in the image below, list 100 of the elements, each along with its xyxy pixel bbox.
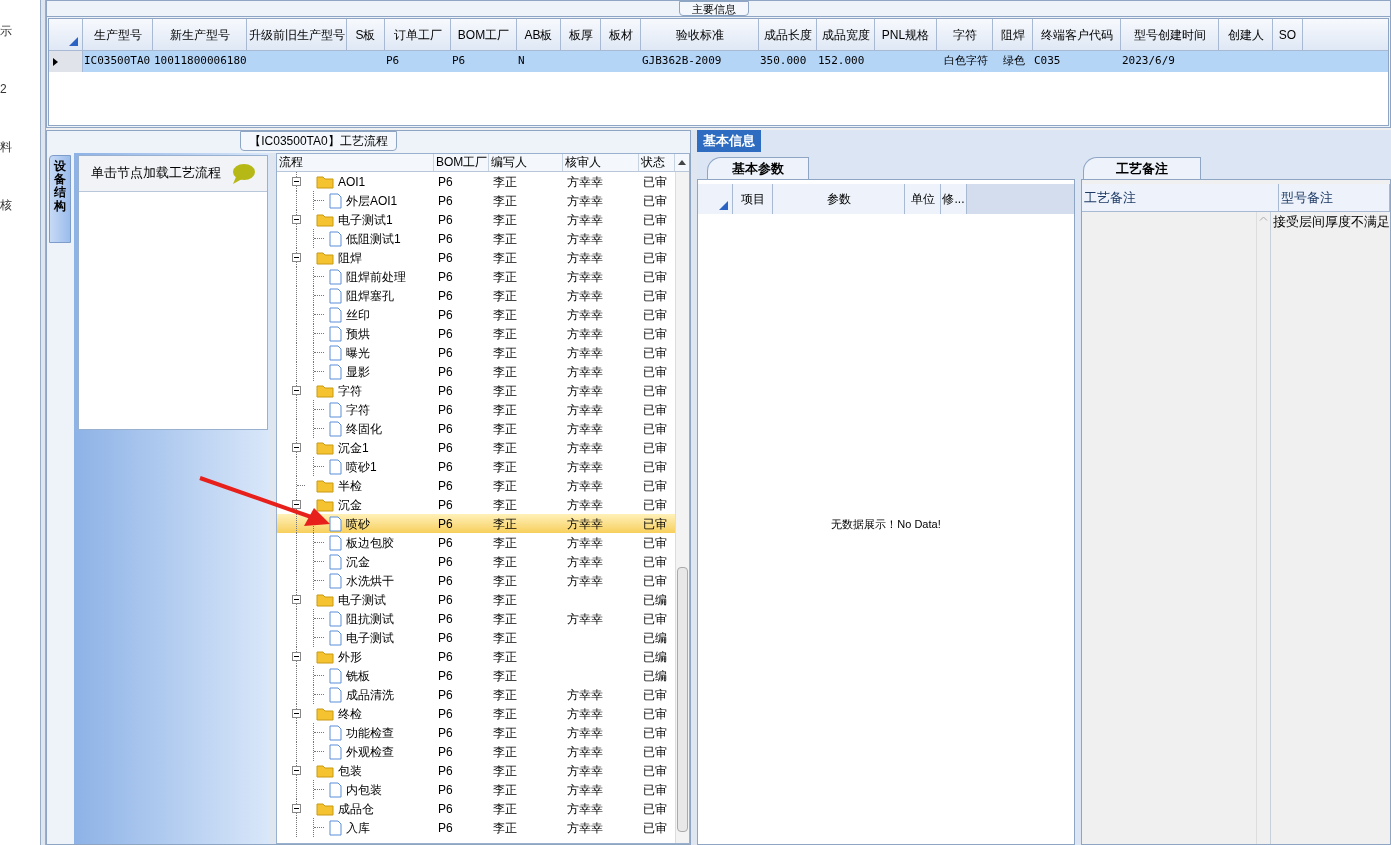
collapse-toggle-icon[interactable] [291, 443, 301, 452]
column-header[interactable]: 验收标准 [641, 19, 759, 50]
tree-row[interactable]: 曝光 P6 李正 方幸幸 已审 [276, 343, 675, 362]
tree-row[interactable]: 字符 P6 李正 方幸幸 已审 [276, 400, 675, 419]
tree-row[interactable]: AOI1 P6 李正 方幸幸 已审 [276, 172, 675, 191]
column-header[interactable]: 订单工厂 [385, 19, 451, 50]
tree-row[interactable]: 显影 P6 李正 方幸幸 已审 [276, 362, 675, 381]
column-header[interactable]: BOM工厂 [433, 154, 489, 171]
column-header[interactable]: 状态 [638, 154, 675, 171]
tree-row[interactable]: 内包装 P6 李正 方幸幸 已审 [276, 780, 675, 799]
tree-row[interactable]: 电子测试 P6 李正 已编 [276, 628, 675, 647]
tab[interactable]: 基本参数 [707, 157, 809, 179]
collapse-toggle-icon[interactable] [291, 709, 301, 718]
tree-row[interactable]: 成品仓 P6 李正 方幸幸 已审 [276, 799, 675, 818]
document-icon [328, 344, 342, 361]
column-header[interactable]: S板 [347, 19, 385, 50]
scroll-up-icon[interactable] [677, 160, 686, 165]
collapse-toggle-icon[interactable] [291, 766, 301, 775]
table-cell: 李正 [492, 459, 517, 474]
side-menu-label[interactable]: 料 [0, 138, 40, 156]
folder-icon [315, 383, 334, 398]
column-header[interactable]: 创建人 [1219, 19, 1273, 50]
tree-row[interactable]: 成品清洗 P6 李正 方幸幸 已审 [276, 685, 675, 704]
table-cell: P6 [437, 668, 453, 683]
tree-row[interactable]: 半检 P6 李正 方幸幸 已审 [276, 476, 675, 495]
tree-row[interactable]: 包装 P6 李正 方幸幸 已审 [276, 761, 675, 780]
tab[interactable]: 工艺备注 [1083, 157, 1201, 179]
side-menu-label[interactable]: 2 [0, 80, 40, 98]
tree-row[interactable]: 终固化 P6 李正 方幸幸 已审 [276, 419, 675, 438]
column-header[interactable]: 单位 [905, 184, 941, 214]
tree-row[interactable]: 外观检查 P6 李正 方幸幸 已审 [276, 742, 675, 761]
collapse-toggle-icon[interactable] [291, 595, 301, 604]
tree-row[interactable]: 终检 P6 李正 方幸幸 已审 [276, 704, 675, 723]
tree-row[interactable]: 低阻测试1 P6 李正 方幸幸 已审 [276, 229, 675, 248]
tree-row[interactable]: 阻焊前处理 P6 李正 方幸幸 已审 [276, 267, 675, 286]
collapse-toggle-icon[interactable] [291, 500, 301, 509]
tree-node-label: 显影 [345, 363, 370, 381]
column-header[interactable]: 成品宽度 [817, 19, 875, 50]
column-header[interactable]: 编写人 [488, 154, 563, 171]
column-header[interactable]: 型号备注 [1279, 184, 1390, 211]
column-header[interactable]: 修... [941, 184, 967, 214]
tree-row[interactable]: 喷砂1 P6 李正 方幸幸 已审 [276, 457, 675, 476]
column-header[interactable]: PNL规格 [875, 19, 937, 50]
side-menu-label[interactable]: 核 [0, 196, 40, 214]
tree-node-label: 半检 [337, 477, 362, 495]
column-header[interactable]: 核审人 [562, 154, 639, 171]
column-header[interactable]: 参数 [773, 184, 905, 214]
collapse-toggle-icon[interactable] [291, 804, 301, 813]
tree-row[interactable]: 水洗烘干 P6 李正 方幸幸 已审 [276, 571, 675, 590]
column-header[interactable]: 字符 [937, 19, 993, 50]
side-menu-label[interactable]: 示 [0, 22, 40, 40]
column-header[interactable]: 板厚 [561, 19, 601, 50]
tree-row[interactable]: 电子测试1 P6 李正 方幸幸 已审 [276, 210, 675, 229]
table-row[interactable]: IC03500TA0 10011800006180 P6 P6 N GJB362B-2009 350.000 152.000 白色字符 绿色 C035 2023/6/9 [49, 51, 1388, 72]
table-cell: 李正 [492, 478, 517, 493]
tree-row[interactable]: 电子测试 P6 李正 已编 [276, 590, 675, 609]
collapse-toggle-icon[interactable] [291, 386, 301, 395]
column-header[interactable]: BOM工厂 [451, 19, 517, 50]
tree-row[interactable]: 阻焊塞孔 P6 李正 方幸幸 已审 [276, 286, 675, 305]
column-header[interactable]: 型号创建时间 [1121, 19, 1219, 50]
tree-row[interactable]: 外层AOI1 P6 李正 方幸幸 已审 [276, 191, 675, 210]
table-cell: 已编 [642, 592, 667, 607]
column-header[interactable]: 工艺备注 [1082, 184, 1279, 211]
column-header[interactable]: 流程 [276, 154, 434, 171]
column-header[interactable]: 生产型号 [83, 19, 153, 50]
tree-node-label: 铣板 [345, 667, 370, 685]
column-header[interactable]: 新生产型号 [153, 19, 247, 50]
tree-row[interactable]: 沉金 P6 李正 方幸幸 已审 [276, 552, 675, 571]
column-header[interactable]: 升级前旧生产型号 [247, 19, 347, 50]
column-header[interactable]: 板材 [601, 19, 641, 50]
tree-row[interactable]: 外形 P6 李正 已编 [276, 647, 675, 666]
tab[interactable]: 基本信息 [697, 130, 761, 152]
collapse-toggle-icon[interactable] [291, 652, 301, 661]
tree-row[interactable]: 喷砂 P6 李正 方幸幸 已审 [276, 514, 675, 533]
scrollbar[interactable] [674, 172, 689, 843]
collapse-toggle-icon[interactable] [291, 253, 301, 262]
tree-row[interactable]: 阻焊 P6 李正 方幸幸 已审 [276, 248, 675, 267]
vertical-tab[interactable]: 设备结构 [49, 155, 71, 243]
tree-row[interactable]: 铣板 P6 李正 已编 [276, 666, 675, 685]
tree-row[interactable]: 字符 P6 李正 方幸幸 已审 [276, 381, 675, 400]
panel-title: 主要信息 [678, 1, 749, 16]
collapse-toggle-icon[interactable] [291, 177, 301, 186]
column-header[interactable]: 成品长度 [759, 19, 817, 50]
document-icon [328, 629, 342, 646]
document-icon [328, 781, 342, 798]
column-header[interactable]: 项目 [733, 184, 773, 214]
column-header[interactable]: SO [1273, 19, 1303, 50]
tree-node-label: 终检 [337, 705, 362, 723]
column-header[interactable]: 终端客户代码 [1033, 19, 1121, 50]
tree-row[interactable]: 入库 P6 李正 方幸幸 已审 [276, 818, 675, 837]
tree-row[interactable]: 沉金1 P6 李正 方幸幸 已审 [276, 438, 675, 457]
column-header[interactable]: AB板 [517, 19, 561, 50]
tree-row[interactable]: 丝印 P6 李正 方幸幸 已审 [276, 305, 675, 324]
tree-row[interactable]: 功能检查 P6 李正 方幸幸 已审 [276, 723, 675, 742]
folder-icon [315, 250, 334, 265]
tree-row[interactable]: 预烘 P6 李正 方幸幸 已审 [276, 324, 675, 343]
tree-row[interactable]: 阻抗测试 P6 李正 方幸幸 已审 [276, 609, 675, 628]
tree-row[interactable]: 板边包胶 P6 李正 方幸幸 已审 [276, 533, 675, 552]
collapse-toggle-icon[interactable] [291, 215, 301, 224]
column-header[interactable]: 阻焊 [993, 19, 1033, 50]
